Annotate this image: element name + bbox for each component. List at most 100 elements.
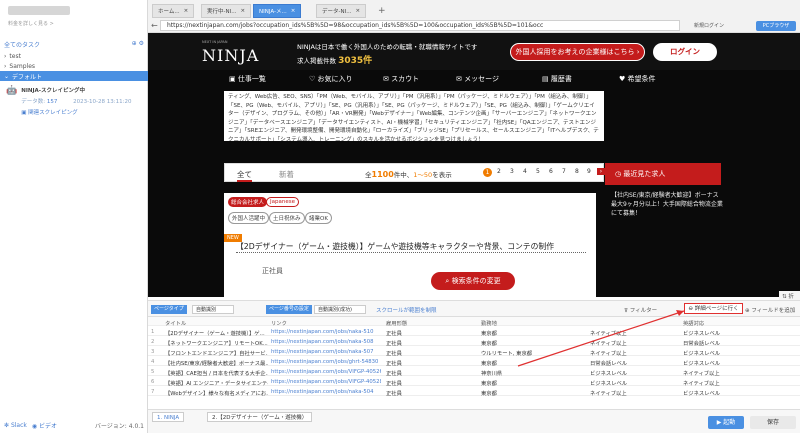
table-row[interactable]: 3 【フロントエンドエンジニア】自社サービ... https://nextinjap…	[148, 347, 800, 357]
slack-link[interactable]: ✻ Slack	[4, 422, 27, 429]
page-9[interactable]: 9	[587, 168, 591, 175]
tree-folder-samples[interactable]: › Samples	[0, 61, 148, 71]
page-7[interactable]: 7	[562, 168, 566, 175]
sidebar-footer: ✻ Slack ◉ ビデオ バージョン: 4.0.1	[0, 418, 148, 433]
menu-messages[interactable]: ✉ メッセージ	[456, 74, 499, 84]
pc-browser-button[interactable]: PCブラウザ	[756, 21, 796, 31]
step-tab-ninja[interactable]: 1. NINJA	[152, 412, 185, 422]
menu-preferences[interactable]: ♥ 希望条件	[619, 74, 656, 84]
clock-icon: ◷	[615, 170, 622, 178]
url-bar[interactable]: https://nextinjapan.com/jobs?occupation_…	[160, 20, 680, 31]
back-icon[interactable]: ←	[151, 21, 158, 30]
job-title[interactable]: 【2Dデザイナー（ゲーム・遊技機）】ゲームや遊技機等キャラクターや背景、コンテの…	[236, 241, 586, 253]
tag-chip: 土日祝休み	[269, 212, 305, 224]
close-icon[interactable]: ×	[291, 8, 296, 14]
start-button[interactable]: ▶ 起動	[708, 416, 744, 429]
page-1[interactable]: 1	[483, 168, 492, 177]
table-row[interactable]: 6 【英語】AI エンジニア・データサイエンティ... https://nextin…	[148, 377, 800, 387]
table-row[interactable]: 5 【英語】CAE担当 / 日本を代表する大手企... https://nextin…	[148, 367, 800, 377]
robot-icon: 🤖	[6, 86, 18, 96]
add-field-button[interactable]: ⊕ フィールドを追加	[745, 306, 795, 314]
chevron-right-icon: ›	[4, 52, 7, 60]
tab-all[interactable]: 全て	[237, 169, 252, 182]
recent-job-link[interactable]: 【社内SE/東京/経験者大歓迎】ボーナス最大9ヶ月分以上！大手国際総合物流企業に…	[611, 191, 723, 218]
page-type-label: ページタイプ	[151, 305, 187, 314]
account-area: 料金を詳しく見る >	[0, 0, 148, 35]
task-name: NINJA-スクレイピング中	[21, 88, 86, 94]
table-row[interactable]: 4 【社内SE/東京/経験者大歓迎】ボーナス最... https://nextinj…	[148, 357, 800, 367]
video-link[interactable]: ◉ ビデオ	[32, 421, 57, 430]
task-item[interactable]: 🤖 NINJA-スクレイピング中 データ数: 157 2023-10-28 13…	[0, 83, 148, 123]
chevron-down-icon: ⌄	[4, 72, 10, 80]
menu-job-list[interactable]: ▣ 仕事一覧	[229, 74, 266, 84]
column-location[interactable]: 勤務地	[481, 319, 586, 327]
pricing-link[interactable]: 料金を詳しく見る >	[8, 20, 140, 27]
menu-resume[interactable]: ▤ 履歴書	[542, 74, 572, 84]
employer-button[interactable]: 外国人採用をお考えの企業様はこちら ›	[510, 43, 645, 61]
data-table: タイトル リンク 雇用形態 勤務地 英語対応 1 【2Dデザイナー（ゲーム・遊技機…	[148, 317, 800, 409]
tag-chip: 諸業OK	[305, 212, 332, 224]
tab-new[interactable]: 新着	[279, 169, 294, 180]
tab-ninja[interactable]: NINJA-メ... ×	[253, 4, 302, 18]
column-employment[interactable]: 雇用形態	[386, 319, 451, 327]
tab-data[interactable]: データ-NI... ×	[316, 4, 367, 18]
table-row[interactable]: 2 【ネットワークエンジニア】リモートOK... https://nextinjap…	[148, 337, 800, 347]
job-count: 求人掲載件数 3035件	[297, 56, 373, 66]
link-icon: ▣	[21, 110, 27, 116]
job-employment: 正社員	[262, 267, 283, 275]
page-type-select[interactable]: 自動識別	[192, 305, 234, 314]
all-tasks-label: 全てのタスク	[4, 42, 41, 49]
chevron-right-icon: ›	[4, 62, 7, 70]
sort-bar: 全て 新着 全1100件中、1〜50を表示 1 2 3 4 5 6 7 8 9 …	[224, 163, 605, 182]
filter-summary-text: ティング、Web広告、SEO、SNS）「PM（Web、モバイル、アプリ）」「PM…	[224, 91, 604, 141]
page-6[interactable]: 6	[549, 168, 553, 175]
related-scrape-link[interactable]: ▣ 関連スクレイピング	[21, 108, 131, 116]
tab-home[interactable]: ホーム... ×	[152, 4, 195, 18]
page-5[interactable]: 5	[536, 168, 540, 175]
link-icon: ⊖	[688, 306, 693, 312]
change-conditions-button[interactable]: ⌕ 検索条件の変更	[431, 272, 515, 290]
login-link[interactable]: 新規ログイン	[694, 22, 724, 29]
tab-running[interactable]: 実行中-NI... ×	[201, 4, 252, 18]
result-summary: 全1100件中、1〜50を表示	[365, 170, 452, 179]
tree-folder-test[interactable]: › test	[0, 51, 148, 61]
filter-button[interactable]: ⊽ フィルター	[624, 306, 657, 314]
column-english[interactable]: 英語対応	[683, 319, 793, 327]
account-name-blurred	[8, 6, 70, 15]
paging-label: ページ番号の設定	[266, 305, 312, 314]
page-8[interactable]: 8	[575, 168, 579, 175]
menu-scout[interactable]: ✉ スカウト	[383, 74, 419, 84]
tag-chip: 外国人活躍中	[228, 212, 270, 224]
tree-folder-label: test	[9, 52, 21, 60]
save-button[interactable]: 保存	[750, 416, 796, 429]
page-2[interactable]: 2	[497, 168, 501, 175]
version-label: バージョン: 4.0.1	[94, 423, 144, 430]
company-chip: 総合会社求人	[228, 197, 268, 207]
login-button[interactable]: ログイン	[653, 43, 717, 61]
tree-folder-label: デフォルト	[12, 73, 43, 81]
recent-jobs-header: ◷ 最近見た求人	[605, 163, 721, 185]
search-icon: ⌕	[445, 277, 450, 285]
page-3[interactable]: 3	[510, 168, 514, 175]
paging-select[interactable]: 自動識別(成功)	[314, 305, 366, 314]
table-header: タイトル リンク 雇用形態 勤務地 英語対応	[148, 317, 800, 327]
task-meta: データ数: 157 2023-10-28 13:11:20	[21, 99, 132, 105]
close-icon[interactable]: ×	[184, 8, 189, 14]
table-row[interactable]: 1 【2Dデザイナー（ゲーム・遊技機）】ゲ... https://nextinjap…	[148, 327, 800, 337]
japanese-chip: Japanese	[266, 197, 299, 207]
step-tab-detail[interactable]: 2.【2Dデザイナー（ゲーム・遊技機）	[207, 412, 313, 422]
next-page-icon[interactable]: ›	[597, 168, 605, 175]
menu-favorites[interactable]: ♡ お気に入り	[309, 74, 353, 84]
new-tab-icon[interactable]: +	[378, 6, 386, 16]
column-title[interactable]: タイトル	[165, 319, 268, 327]
page-4[interactable]: 4	[523, 168, 527, 175]
go-detail-page-button[interactable]: ⊖ 詳細ページに行く	[684, 303, 743, 314]
task-actions-icon[interactable]: ⊕ ⚙	[132, 40, 144, 47]
close-icon[interactable]: ×	[355, 8, 360, 14]
all-tasks-header[interactable]: 全てのタスク ⊕ ⚙	[0, 38, 148, 49]
table-row[interactable]: 7 【Webデザイン】様々な有名メディアにお... https://nextinja…	[148, 387, 800, 397]
tree-folder-default[interactable]: ⌄ デフォルト	[0, 71, 148, 81]
scroll-limit-link[interactable]: スクロールが範囲を制限	[376, 306, 437, 314]
column-link[interactable]: リンク	[271, 319, 381, 327]
close-icon[interactable]: ×	[240, 8, 245, 14]
